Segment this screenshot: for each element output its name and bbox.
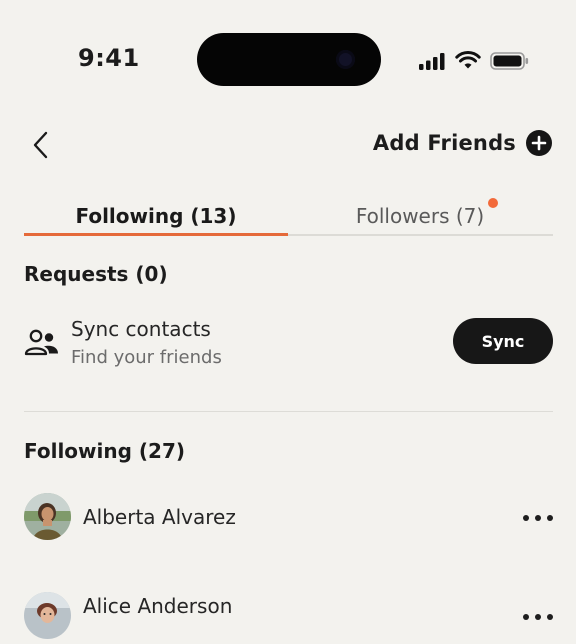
tab-bar: Following (13) Followers (7) [24, 196, 553, 238]
list-item[interactable]: Alberta Alvarez [24, 493, 553, 545]
friend-name: Alice Anderson [83, 594, 233, 618]
status-icons [418, 50, 530, 72]
friends-screen: 9:41 Add Friends Following (13) Follower… [0, 0, 576, 639]
avatar [24, 493, 71, 540]
sync-contacts-title: Sync contacts [71, 317, 211, 341]
dynamic-island [197, 33, 381, 86]
signal-icon [419, 53, 445, 70]
notification-dot [488, 198, 498, 208]
plus-circle-icon [526, 130, 552, 156]
following-title: Following (27) [24, 439, 186, 463]
more-horizontal-icon[interactable] [523, 612, 553, 622]
avatar [24, 592, 71, 639]
sync-contacts-row: Sync contacts Find your friends Sync [24, 314, 553, 374]
wifi-icon [455, 51, 481, 69]
section-divider [24, 411, 553, 412]
camera-icon [336, 50, 355, 69]
friend-name: Alberta Alvarez [83, 505, 236, 529]
sync-button[interactable]: Sync [453, 318, 553, 364]
active-tab-indicator [24, 233, 288, 236]
sync-contacts-subtitle: Find your friends [71, 347, 222, 368]
more-horizontal-icon[interactable] [523, 513, 553, 523]
back-button[interactable] [28, 130, 56, 160]
requests-title: Requests (0) [24, 262, 168, 286]
tab-followers[interactable]: Followers (7) [288, 196, 552, 236]
list-item[interactable]: Alice Anderson [24, 592, 553, 644]
battery-icon [490, 52, 529, 70]
chevron-left-icon [33, 131, 48, 159]
add-friends-label: Add Friends [372, 131, 516, 155]
contacts-icon [24, 329, 58, 356]
add-friends-button[interactable]: Add Friends [373, 130, 552, 156]
status-time: 9:41 [78, 44, 140, 72]
tab-following[interactable]: Following (13) [24, 196, 288, 236]
